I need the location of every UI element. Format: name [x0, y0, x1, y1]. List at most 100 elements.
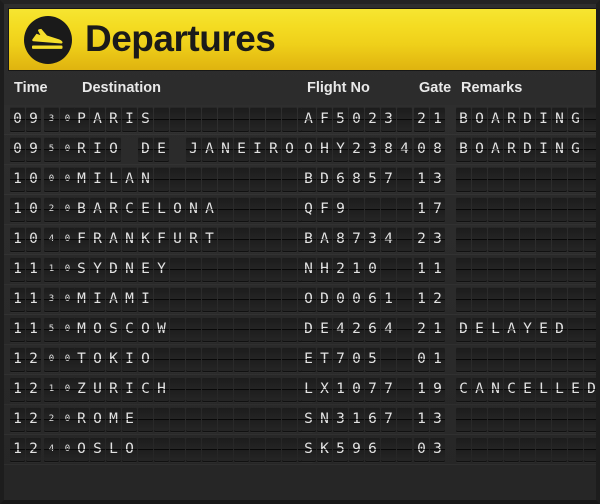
- flap-cell: K: [317, 437, 332, 462]
- flap-cell: 0: [26, 197, 41, 222]
- flap-cell: [250, 257, 265, 282]
- flap-cell: O: [138, 347, 153, 372]
- flap-cell: [397, 317, 412, 342]
- flap-cell: E: [317, 317, 332, 342]
- flap-cell: [520, 407, 535, 432]
- cell-gate: 13: [414, 167, 446, 192]
- flap-cell: E: [122, 407, 137, 432]
- cell-gate: 23: [414, 227, 446, 252]
- flap-cell: Q: [301, 197, 316, 222]
- flap-cell: 0: [349, 287, 364, 312]
- time-hour: 10: [10, 167, 42, 192]
- flap-cell: Y: [333, 137, 348, 162]
- cell-remarks: [456, 347, 596, 372]
- flap-cell: 2: [430, 287, 445, 312]
- cell-gate: 19: [414, 377, 446, 402]
- flap-cell: O: [90, 317, 105, 342]
- table-row: 1110SYDNEYNH21011: [4, 255, 596, 285]
- flap-cell: 1: [10, 377, 25, 402]
- flap-cell: U: [170, 227, 185, 252]
- flap-cell: C: [504, 377, 519, 402]
- flap-cell: [488, 407, 503, 432]
- flap-cell: O: [282, 137, 297, 162]
- time-minute: 00: [44, 167, 76, 192]
- flap-cell: [584, 407, 596, 432]
- flap-cell: O: [90, 347, 105, 372]
- flap-cell: A: [106, 227, 121, 252]
- flap-cell: [349, 197, 364, 222]
- flap-cell: [552, 257, 567, 282]
- flap-cell: [202, 257, 217, 282]
- cell-destination: PARIS: [74, 107, 314, 132]
- flap-cell: [568, 197, 583, 222]
- flap-cell: N: [488, 377, 503, 402]
- flap-cell: 2: [26, 377, 41, 402]
- time-minute: 20: [44, 197, 76, 222]
- flap-cell: W: [154, 317, 169, 342]
- cell-destination: MOSCOW: [74, 317, 314, 342]
- cell-remarks: [456, 407, 596, 432]
- flap-cell: N: [138, 167, 153, 192]
- flap-cell: L: [552, 377, 567, 402]
- flap-cell: 0: [349, 107, 364, 132]
- flap-cell: 3: [430, 437, 445, 462]
- flap-cell: [250, 197, 265, 222]
- flap-cell: 0: [60, 437, 75, 462]
- flap-cell: 1: [26, 317, 41, 342]
- flap-cell: [218, 197, 233, 222]
- flap-cell: A: [90, 107, 105, 132]
- flap-cell: E: [472, 317, 487, 342]
- flap-cell: R: [74, 137, 89, 162]
- time-minute: 10: [44, 257, 76, 282]
- flap-cell: 0: [60, 107, 75, 132]
- flap-cell: [568, 407, 583, 432]
- cell-remarks: [456, 227, 596, 252]
- flap-cell: D: [520, 107, 535, 132]
- flap-cell: [584, 257, 596, 282]
- flight-rows: 0930PARISAF502321BOARDING0950RIODEJANEIR…: [4, 105, 596, 465]
- flap-cell: 4: [44, 437, 59, 462]
- flap-cell: A: [472, 377, 487, 402]
- flap-cell: A: [122, 167, 137, 192]
- flap-cell: M: [122, 287, 137, 312]
- cell-remarks: [456, 257, 596, 282]
- flap-cell: X: [317, 377, 332, 402]
- flap-cell: [456, 287, 471, 312]
- flap-cell: 2: [26, 347, 41, 372]
- flap-cell: 2: [414, 107, 429, 132]
- flap-cell: 3: [365, 137, 380, 162]
- cell-flight-no: NH210: [301, 257, 413, 282]
- cell-gate: 17: [414, 197, 446, 222]
- flap-cell: [520, 287, 535, 312]
- flap-cell: K: [138, 227, 153, 252]
- flap-cell: [282, 317, 297, 342]
- flap-cell: L: [106, 437, 121, 462]
- cell-remarks: BOARDING: [456, 137, 596, 162]
- flap-cell: S: [301, 437, 316, 462]
- flap-cell: 0: [60, 287, 75, 312]
- flap-cell: B: [456, 137, 471, 162]
- cell-destination: RIODEJANEIRO: [74, 137, 314, 162]
- flap-cell: A: [301, 107, 316, 132]
- flap-cell: 0: [414, 347, 429, 372]
- flap-cell: [536, 257, 551, 282]
- column-header-row: Time Destination Flight No Gate Remarks: [4, 75, 596, 105]
- flap-cell: 6: [365, 287, 380, 312]
- flap-cell: [282, 227, 297, 252]
- flap-cell: 2: [414, 317, 429, 342]
- flap-cell: [504, 257, 519, 282]
- flap-cell: [170, 257, 185, 282]
- flap-cell: S: [90, 437, 105, 462]
- flap-cell: [472, 287, 487, 312]
- flap-cell: 1: [10, 347, 25, 372]
- flap-cell: P: [74, 107, 89, 132]
- flap-cell: 2: [333, 257, 348, 282]
- flap-cell: D: [552, 317, 567, 342]
- flap-cell: Z: [74, 377, 89, 402]
- flap-cell: 3: [44, 287, 59, 312]
- flap-cell: [154, 107, 169, 132]
- flap-cell: 5: [44, 317, 59, 342]
- cell-remarks: CANCELLED: [456, 377, 596, 402]
- flap-cell: [488, 197, 503, 222]
- flap-cell: [397, 167, 412, 192]
